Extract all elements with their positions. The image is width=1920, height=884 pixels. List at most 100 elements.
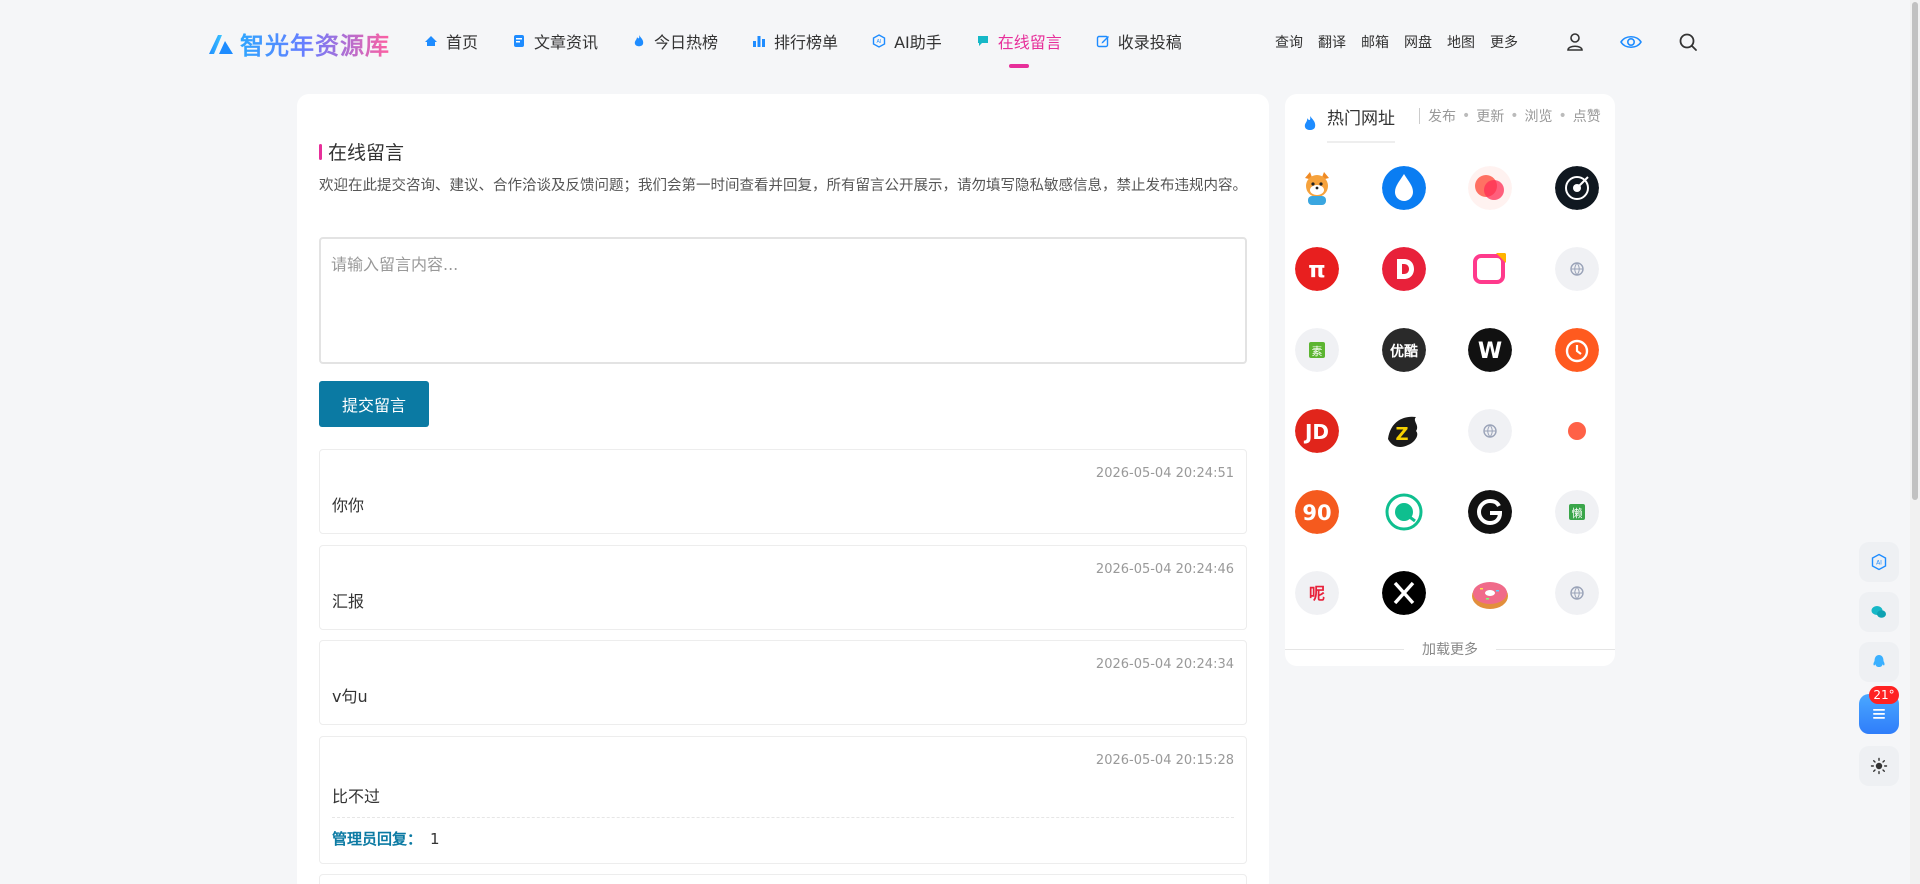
- tab-likes[interactable]: 点赞: [1573, 106, 1601, 126]
- note-card-icon[interactable]: [1468, 247, 1513, 291]
- nav-rankings[interactable]: 排行榜单: [752, 26, 838, 56]
- message-content: v句u: [332, 687, 368, 706]
- fire-icon: [634, 35, 644, 47]
- menu-list-icon: [1873, 709, 1885, 719]
- scrollbar-thumb[interactable]: [1912, 2, 1918, 500]
- nav-hot-today[interactable]: 今日热榜: [632, 26, 718, 56]
- youku-icon[interactable]: 优酷: [1381, 328, 1426, 372]
- svg-text:懒: 懒: [1571, 506, 1582, 520]
- globe-placeholder-icon[interactable]: [1554, 571, 1599, 615]
- jd-icon[interactable]: JD: [1295, 409, 1339, 453]
- svg-text:AI: AI: [877, 39, 882, 45]
- green-circle-icon[interactable]: [1381, 490, 1426, 534]
- red-orbs-icon[interactable]: [1468, 166, 1513, 210]
- float-qq-button[interactable]: [1859, 642, 1899, 682]
- reply-text: 1: [430, 830, 440, 848]
- title-accent-bar: [319, 143, 322, 160]
- tab-publish[interactable]: 发布: [1428, 106, 1456, 126]
- nav-guestbook[interactable]: 在线留言: [976, 26, 1062, 68]
- donut-icon[interactable]: [1468, 571, 1513, 615]
- top-header: 智光年资源库 首页 文章资讯 今日热榜 排行榜单 AI AI助手 在线留言 收录…: [0, 0, 1920, 84]
- svg-text:W: W: [1478, 339, 1502, 364]
- target-arrow-icon[interactable]: [1554, 166, 1599, 210]
- w-letter-icon[interactable]: W: [1468, 328, 1513, 372]
- globe-placeholder-icon[interactable]: [1554, 247, 1599, 291]
- nav-ai-assistant[interactable]: AI AI助手: [872, 26, 942, 56]
- nav-home[interactable]: 首页: [424, 26, 478, 56]
- svg-text:优酷: 优酷: [1390, 343, 1418, 360]
- submit-message-button[interactable]: 提交留言: [319, 381, 429, 427]
- fire-icon: [1304, 115, 1316, 130]
- quick-link-drive[interactable]: 网盘: [1404, 32, 1432, 52]
- nav-submit-site[interactable]: 收录投稿: [1096, 26, 1182, 56]
- message-item: 2026-05-04 20:24:34 v句u: [319, 640, 1247, 725]
- tab-separator: •: [1462, 108, 1471, 124]
- user-icon[interactable]: [1561, 28, 1589, 56]
- section-title: 在线留言: [319, 138, 404, 165]
- article-icon: [514, 35, 525, 47]
- svg-text:素: 素: [1312, 345, 1323, 358]
- message-time: 2026-05-04 20:24:46: [1095, 562, 1234, 577]
- nav-label: AI助手: [894, 33, 942, 52]
- reply-label: 管理员回复：: [332, 830, 423, 848]
- quick-link-query[interactable]: 查询: [1275, 32, 1303, 52]
- guestbook-description: 欢迎在此提交咨询、建议、合作洽谈及反馈问题；我们会第一时间查看并回复，所有留言公…: [319, 178, 1247, 194]
- tab-views[interactable]: 浏览: [1525, 106, 1553, 126]
- search-icon[interactable]: [1674, 28, 1702, 56]
- hot-sites-grid: π 素 优酷 W JD Z 90 懒 呢: [1295, 166, 1599, 615]
- load-more-label: 加载更多: [1422, 642, 1478, 658]
- shiba-mascot-icon[interactable]: [1295, 166, 1339, 210]
- tab-update[interactable]: 更新: [1476, 106, 1504, 126]
- nav-label: 今日热榜: [654, 33, 719, 52]
- eye-icon[interactable]: [1617, 28, 1645, 56]
- z-beast-icon[interactable]: Z: [1381, 409, 1426, 453]
- hot-sites-tabs: 发布 • 更新 • 浏览 • 点赞: [1419, 106, 1601, 126]
- svg-text:呢: 呢: [1309, 584, 1325, 603]
- quick-link-mail[interactable]: 邮箱: [1361, 32, 1389, 52]
- load-more-button[interactable]: 加载更多: [1285, 639, 1615, 659]
- lazy-char-icon[interactable]: 懒: [1554, 490, 1599, 534]
- globe-placeholder-icon[interactable]: [1468, 409, 1513, 453]
- nav-label: 文章资讯: [534, 33, 599, 52]
- message-input[interactable]: [319, 237, 1247, 364]
- message-time: 2026-05-04 20:15:28: [1095, 753, 1234, 768]
- message-time: 2026-05-04 20:24:51: [1095, 466, 1234, 481]
- clock-icon[interactable]: [1554, 328, 1599, 372]
- message-content: 比不过: [332, 787, 381, 806]
- d-letter-icon[interactable]: [1381, 247, 1426, 291]
- green-seal-icon[interactable]: 素: [1295, 328, 1339, 372]
- svg-text:AI: AI: [1876, 560, 1882, 567]
- g-letter-icon[interactable]: [1468, 490, 1513, 534]
- nav-articles[interactable]: 文章资讯: [512, 26, 598, 56]
- float-wechat-button[interactable]: [1859, 592, 1899, 632]
- page-scrollbar[interactable]: [1910, 0, 1920, 884]
- float-theme-toggle[interactable]: [1859, 746, 1899, 786]
- ni-char-icon[interactable]: 呢: [1295, 571, 1339, 615]
- red-dot-icon[interactable]: [1554, 409, 1599, 453]
- quick-links: 查询 翻译 邮箱 网盘 地图 更多: [1275, 32, 1518, 52]
- hot-sites-card: 热门网址 发布 • 更新 • 浏览 • 点赞 π 素 优酷 W JD Z 90 懒 呢: [1285, 94, 1615, 666]
- ai-icon: AI: [1871, 553, 1887, 571]
- brand-mark-icon: [209, 34, 233, 54]
- nav-label: 在线留言: [997, 33, 1062, 52]
- float-ai-button[interactable]: AI: [1859, 542, 1899, 582]
- sun-icon: [1870, 757, 1888, 775]
- tab-separator: •: [1558, 108, 1567, 124]
- message-content: 你你: [332, 496, 365, 515]
- ninety-icon[interactable]: 90: [1295, 490, 1339, 534]
- water-drop-icon[interactable]: [1381, 166, 1426, 210]
- svg-text:π: π: [1308, 258, 1325, 283]
- quick-link-translate[interactable]: 翻译: [1318, 32, 1346, 52]
- wechat-icon: [1871, 606, 1886, 618]
- x-letter-icon[interactable]: [1381, 571, 1426, 615]
- message-item: [319, 874, 1247, 884]
- quick-link-more[interactable]: 更多: [1490, 32, 1518, 52]
- message-item: 2026-05-04 20:24:51 你你: [319, 449, 1247, 534]
- pi-icon[interactable]: π: [1295, 247, 1339, 291]
- message-content: 汇报: [332, 592, 365, 611]
- quick-link-map[interactable]: 地图: [1447, 32, 1475, 52]
- brand-logo[interactable]: 智光年资源库: [208, 26, 390, 61]
- hot-sites-header: 热门网址: [1301, 104, 1395, 143]
- main-nav: 首页 文章资讯 今日热榜 排行榜单 AI AI助手 在线留言 收录投稿: [424, 26, 1216, 68]
- bar-chart-icon: [753, 36, 766, 47]
